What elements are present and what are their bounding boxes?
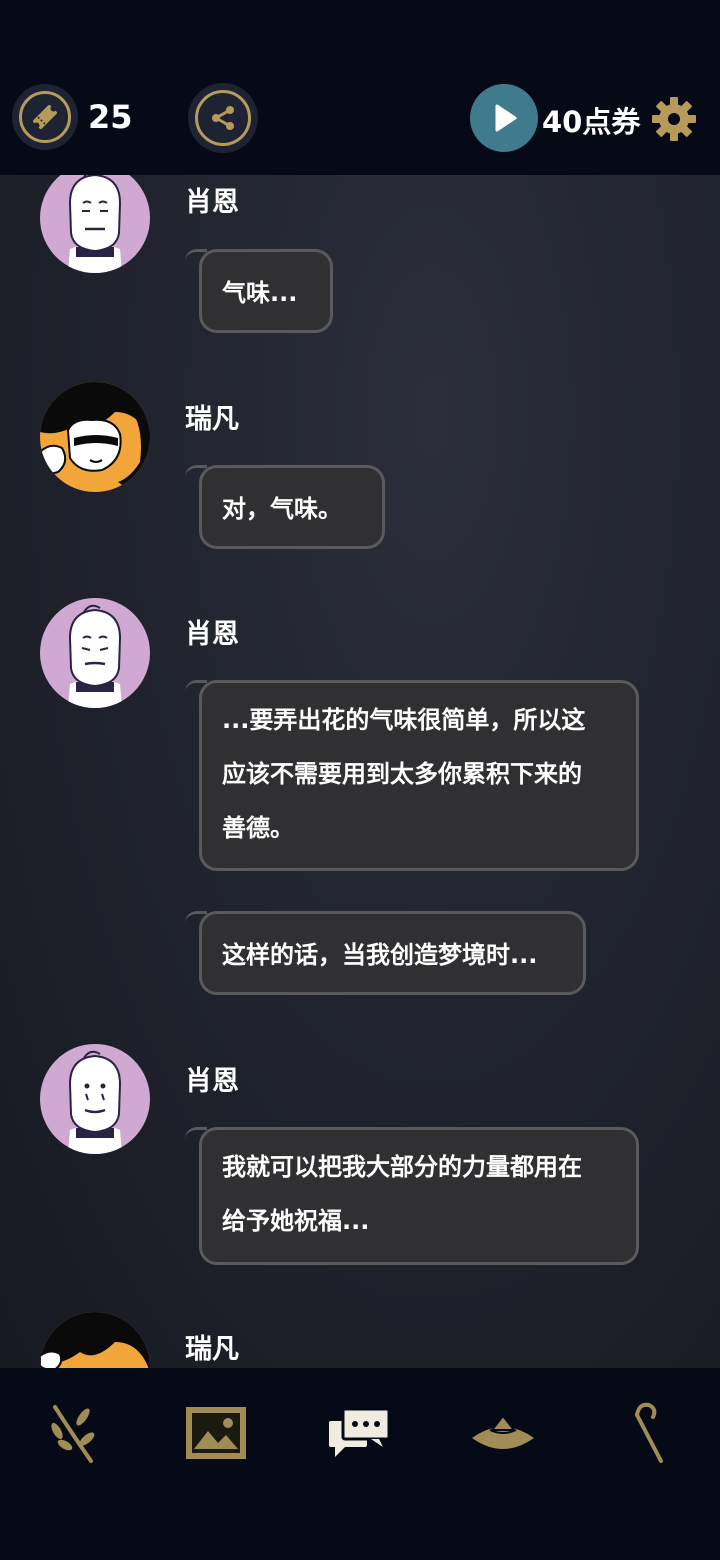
avatar-shaun <box>40 1044 150 1154</box>
chat-log[interactable]: 肖恩 气味... 瑞凡 对，气味。 肖恩 ...要弄出花的气味很简单，所以这 应… <box>0 175 720 1368</box>
message-text: 应该不需要用到太多你累积下来的 <box>222 760 582 788</box>
avatar-raven <box>40 382 150 492</box>
message-text: ...要弄出花的气味很简单，所以这 <box>222 706 586 734</box>
coupon-label: 40点券 <box>542 105 641 139</box>
settings-button[interactable] <box>650 95 698 143</box>
play-icon <box>495 104 517 132</box>
nav-chat[interactable] <box>320 1398 400 1468</box>
avatar-raven <box>40 1312 150 1368</box>
cane-icon <box>635 1402 663 1463</box>
message-bubble[interactable]: 我就可以把我大部分的力量都用在 给予她祝福... <box>185 1127 639 1265</box>
avatar-shaun <box>40 598 150 708</box>
message-text: 对，气味。 <box>222 495 342 523</box>
message-text: 给予她祝福... <box>222 1207 370 1235</box>
message-bubble[interactable]: 气味... <box>185 249 333 333</box>
nav-hat[interactable] <box>463 1398 543 1468</box>
bottom-nav <box>0 1368 720 1560</box>
watch-ad-button[interactable] <box>470 84 538 152</box>
message-text: 我就可以把我大部分的力量都用在 <box>222 1153 582 1181</box>
speaker-name: 肖恩 <box>185 619 239 650</box>
top-bar: 25 40点券 <box>0 0 720 175</box>
message-text: 气味... <box>222 279 298 307</box>
hat-icon <box>472 1414 534 1449</box>
speaker-name: 肖恩 <box>185 187 239 218</box>
nav-cane[interactable] <box>608 1398 688 1468</box>
message-bubble[interactable]: ...要弄出花的气味很简单，所以这 应该不需要用到太多你累积下来的 善德。 <box>185 680 639 871</box>
gear-icon <box>652 97 696 141</box>
gallery-icon <box>186 1407 246 1459</box>
ticket-count: 25 <box>88 98 133 136</box>
speaker-name: 瑞凡 <box>185 404 239 435</box>
share-button[interactable] <box>188 83 258 153</box>
message-text: 善德。 <box>222 814 294 842</box>
avatar-shaun <box>40 175 150 273</box>
speaker-name: 瑞凡 <box>185 1334 239 1365</box>
ticket-icon <box>19 91 71 143</box>
olive-branch-icon <box>51 1405 95 1463</box>
message-bubble[interactable]: 这样的话，当我创造梦境时... <box>185 911 586 995</box>
nav-gallery[interactable] <box>176 1398 256 1468</box>
message-text: 这样的话，当我创造梦境时... <box>222 941 538 969</box>
share-icon <box>195 90 251 146</box>
nav-olive-branch[interactable] <box>33 1398 113 1468</box>
speaker-name: 肖恩 <box>185 1066 239 1097</box>
chat-icon <box>329 1407 391 1457</box>
message-bubble[interactable]: 对，气味。 <box>185 465 385 549</box>
ticket-button[interactable] <box>12 84 78 150</box>
